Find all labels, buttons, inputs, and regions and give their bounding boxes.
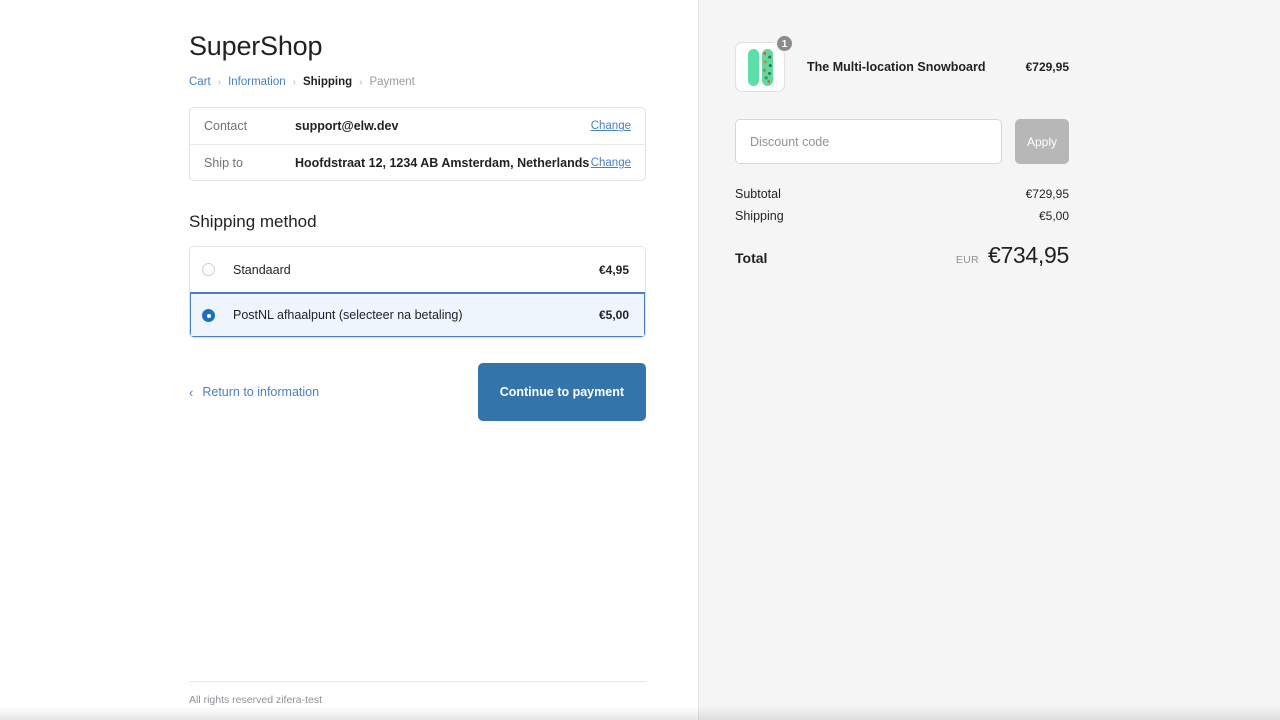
- shipping-label: Shipping: [735, 209, 784, 223]
- grand-total-value: EUR €734,95: [956, 242, 1069, 269]
- review-value-contact: support@elw.dev: [295, 119, 399, 134]
- currency-code: EUR: [955, 254, 979, 266]
- breadcrumb-item-cart[interactable]: Cart: [189, 76, 211, 88]
- radio-selected-icon[interactable]: [202, 308, 215, 322]
- grand-total-amount: €734,95: [987, 242, 1069, 268]
- change-contact-link[interactable]: Change: [591, 120, 631, 132]
- breadcrumb-separator-icon: ›: [217, 76, 222, 88]
- shipping-option-label: Standaard: [233, 262, 291, 277]
- total-line-subtotal: Subtotal €729,95: [735, 187, 1069, 201]
- order-summary-panel: 1 The Multi-location Snowboard €729,95 A…: [699, 0, 1280, 720]
- discount-code-input[interactable]: [735, 119, 1002, 164]
- review-label-ship-to: Ship to: [204, 155, 243, 170]
- shipping-amount: €5,00: [1038, 209, 1069, 223]
- subtotal-label: Subtotal: [735, 187, 781, 201]
- grand-total-label: Total: [735, 250, 768, 266]
- review-row-ship-to: Ship to Hoofdstraat 12, 1234 AB Amsterda…: [190, 144, 645, 180]
- review-value-ship-to: Hoofdstraat 12, 1234 AB Amsterdam, Nethe…: [295, 155, 590, 170]
- breadcrumb-item-payment: Payment: [369, 76, 415, 89]
- shipping-method-heading: Shipping method: [189, 212, 317, 232]
- product-title: The Multi-location Snowboard: [807, 60, 986, 74]
- shipping-method-group: Standaard €4,95 PostNL afhaalpunt (selec…: [189, 246, 646, 339]
- shipping-option-price: €4,95: [598, 262, 629, 277]
- return-to-information-label: Return to information: [202, 385, 320, 400]
- chevron-left-icon: ‹: [189, 384, 194, 400]
- breadcrumb-item-information[interactable]: Information: [228, 76, 286, 88]
- radio-unselected-icon[interactable]: [202, 263, 215, 277]
- footer: All rights reserved zifera-test: [189, 681, 646, 706]
- checkout-main-inner: SuperShop Cart › Information › Shipping …: [0, 0, 698, 422]
- product-price: €729,95: [1025, 60, 1069, 74]
- checkout-page: SuperShop Cart › Information › Shipping …: [0, 0, 1280, 720]
- apply-discount-button[interactable]: Apply: [1015, 119, 1069, 164]
- checkout-actions: ‹ Return to information Continue to paym…: [189, 363, 646, 422]
- shipping-option-label: PostNL afhaalpunt (selecteer na betaling…: [233, 308, 463, 323]
- product-thumbnail-wrap: 1: [735, 34, 794, 92]
- shipping-option-standaard[interactable]: Standaard €4,95: [190, 247, 645, 293]
- shipping-option-postnl[interactable]: PostNL afhaalpunt (selecteer na betaling…: [190, 292, 645, 338]
- snowboard-plain-shape: [747, 48, 759, 86]
- breadcrumb-item-shipping: Shipping: [302, 76, 353, 89]
- shipping-option-price: €5,00: [598, 308, 629, 323]
- snowboard-patterned-shape: [761, 48, 773, 86]
- breadcrumb: Cart › Information › Shipping › Payment: [189, 76, 698, 88]
- review-label-contact: Contact: [204, 119, 248, 134]
- totals-section: Subtotal €729,95 Shipping €5,00 Total EU…: [735, 187, 1069, 269]
- change-address-link[interactable]: Change: [591, 157, 631, 169]
- continue-to-payment-button[interactable]: Continue to payment: [477, 363, 646, 422]
- subtotal-amount: €729,95: [1025, 187, 1069, 201]
- grand-total-row: Total EUR €734,95: [735, 242, 1069, 269]
- breadcrumb-separator-icon: ›: [359, 76, 363, 88]
- quantity-badge: 1: [775, 34, 794, 53]
- footer-text: All rights reserved zifera-test: [189, 694, 323, 706]
- order-line-item: 1 The Multi-location Snowboard €729,95: [735, 34, 1069, 96]
- return-to-information-link[interactable]: ‹ Return to information: [189, 385, 319, 399]
- total-line-shipping: Shipping €5,00: [735, 209, 1069, 223]
- breadcrumb-separator-icon: ›: [292, 76, 296, 88]
- review-row-contact: Contact support@elw.dev Change: [190, 108, 645, 144]
- checkout-main-column: SuperShop Cart › Information › Shipping …: [0, 0, 699, 720]
- page-title: SuperShop: [189, 31, 323, 61]
- order-review-card: Contact support@elw.dev Change Ship to H…: [189, 107, 646, 182]
- discount-row: Apply: [735, 119, 1069, 164]
